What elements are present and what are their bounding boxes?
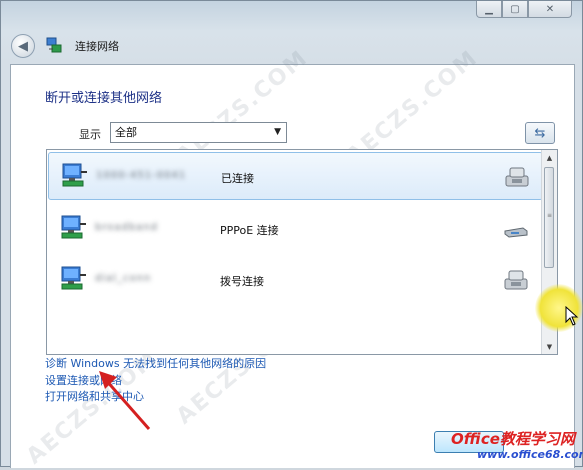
annotation-arrow-icon (99, 371, 151, 430)
network-name: 1000-451-0041 (96, 170, 187, 181)
mouse-pointer-icon (565, 306, 579, 326)
grip-icon: ≡ (547, 212, 553, 219)
network-status: 拨号连接 (220, 275, 264, 288)
caption-buttons: ▁ ▢ ✕ (476, 1, 572, 18)
refresh-button[interactable]: ⇆ (525, 122, 555, 144)
network-item[interactable]: broadband PPPoE 连接 (48, 205, 543, 253)
watermark-url: www.office68.com (477, 448, 583, 461)
scroll-down-icon[interactable]: ▼ (542, 339, 557, 354)
show-filter-dropdown[interactable]: 全部 ▼ (110, 122, 287, 143)
show-label: 显示 (79, 128, 101, 141)
window-title: 连接网络 (75, 40, 119, 53)
modem-phone-icon (504, 270, 528, 290)
scroll-up-icon[interactable]: ▲ (542, 150, 557, 165)
network-connection-icon (45, 37, 63, 55)
back-button[interactable]: ◀ (11, 34, 35, 58)
modem-phone-icon (505, 167, 529, 187)
network-name: broadband (95, 222, 158, 233)
network-status: 已连接 (221, 172, 254, 185)
network-computer-icon (62, 163, 87, 187)
scroll-thumb[interactable]: ≡ (544, 167, 554, 268)
maximize-button[interactable]: ▢ (502, 1, 528, 18)
network-item[interactable]: dial_conn 拨号连接 (48, 256, 543, 304)
site-watermark: Office教程学习网 www.office68.com (447, 426, 583, 466)
back-arrow-icon: ◀ (18, 38, 28, 54)
network-computer-icon (61, 215, 86, 239)
page-heading: 断开或连接其他网络 (45, 91, 163, 106)
network-list[interactable]: 1000-451-0041 已连接 broadband PPPoE 连接 dia… (46, 149, 558, 355)
network-status: PPPoE 连接 (220, 224, 279, 237)
minimize-button[interactable]: ▁ (476, 1, 502, 18)
connect-to-network-window: ▁ ▢ ✕ ◀ 连接网络 AECZS.COM AECZS.COM AECZS.C… (0, 0, 583, 469)
refresh-arrows-icon: ⇆ (534, 125, 546, 141)
show-filter-value: 全部 (115, 126, 137, 139)
network-adapter-icon (504, 227, 528, 238)
dropdown-arrow-icon: ▼ (274, 127, 281, 137)
network-name: dial_conn (95, 273, 152, 284)
close-button[interactable]: ✕ (528, 1, 572, 18)
network-item[interactable]: 1000-451-0041 已连接 (48, 152, 543, 200)
watermark-title: Office教程学习网 (451, 430, 575, 448)
network-computer-icon (61, 266, 86, 290)
